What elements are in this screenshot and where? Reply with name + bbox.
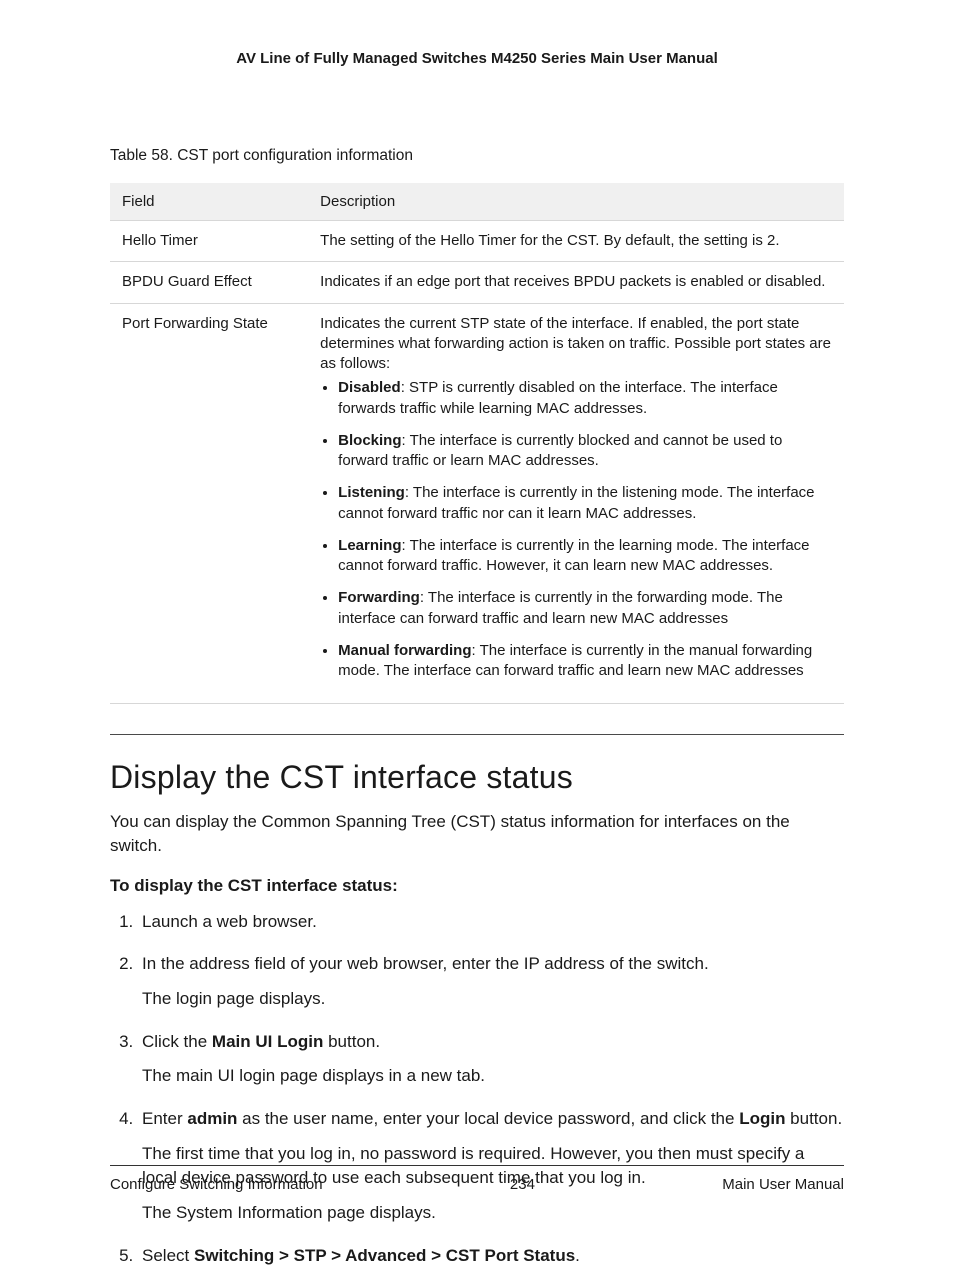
cell-field: BPDU Guard Effect xyxy=(110,262,308,303)
procedure-steps: Launch a web browser. In the address fie… xyxy=(110,910,844,1268)
state-name: Manual forwarding xyxy=(338,642,471,659)
list-item: Listening: The interface is currently in… xyxy=(338,483,832,524)
step-post: button. xyxy=(323,1032,380,1051)
state-name: Listening xyxy=(338,484,405,501)
step-pre: Select xyxy=(142,1246,194,1265)
step-bold: Login xyxy=(739,1109,785,1128)
step-mid: as the user name, enter your local devic… xyxy=(237,1109,739,1128)
footer-right: Main User Manual xyxy=(722,1176,844,1193)
step-subtext: The main UI login page displays in a new… xyxy=(142,1064,844,1089)
step-bold: admin xyxy=(187,1109,237,1128)
step-post: button. xyxy=(785,1109,842,1128)
list-item: Manual forwarding: The interface is curr… xyxy=(338,641,832,682)
step-bold: Switching > STP > Advanced > CST Port St… xyxy=(194,1246,575,1265)
table-row: BPDU Guard Effect Indicates if an edge p… xyxy=(110,262,844,303)
section-title: Display the CST interface status xyxy=(110,759,844,796)
step-text: Enter admin as the user name, enter your… xyxy=(142,1107,844,1132)
th-description: Description xyxy=(308,183,844,221)
cell-field: Hello Timer xyxy=(110,221,308,262)
step-5: Select Switching > STP > Advanced > CST … xyxy=(138,1244,844,1268)
table-row: Hello Timer The setting of the Hello Tim… xyxy=(110,221,844,262)
step-text: Select Switching > STP > Advanced > CST … xyxy=(142,1244,844,1268)
cell-field: Port Forwarding State xyxy=(110,303,308,704)
step-text: Click the Main UI Login button. xyxy=(142,1030,844,1055)
cst-config-table: Field Description Hello Timer The settin… xyxy=(110,183,844,704)
list-item: Blocking: The interface is currently blo… xyxy=(338,431,832,472)
pfs-intro: Indicates the current STP state of the i… xyxy=(320,315,831,373)
state-name: Disabled xyxy=(338,379,401,396)
state-name: Blocking xyxy=(338,432,401,449)
table-row: Port Forwarding State Indicates the curr… xyxy=(110,303,844,704)
state-name: Forwarding xyxy=(338,589,420,606)
step-pre: Enter xyxy=(142,1109,187,1128)
step-bold: Main UI Login xyxy=(212,1032,323,1051)
cell-desc: Indicates if an edge port that receives … xyxy=(308,262,844,303)
step-pre: Click the xyxy=(142,1032,212,1051)
step-subtext: The System Information page displays. xyxy=(142,1201,844,1226)
step-post: . xyxy=(575,1246,580,1265)
list-item: Learning: The interface is currently in … xyxy=(338,536,832,577)
section-divider xyxy=(110,734,844,735)
state-text: : STP is currently disabled on the inter… xyxy=(338,379,778,416)
procedure-heading: To display the CST interface status: xyxy=(110,876,844,896)
cell-desc: Indicates the current STP state of the i… xyxy=(308,303,844,704)
th-field: Field xyxy=(110,183,308,221)
step-1: Launch a web browser. xyxy=(138,910,844,935)
state-text: : The interface is currently in the lear… xyxy=(338,537,809,574)
state-name: Learning xyxy=(338,537,401,554)
list-item: Disabled: STP is currently disabled on t… xyxy=(338,378,832,419)
footer-left: Configure Switching Information xyxy=(110,1176,323,1193)
section-intro: You can display the Common Spanning Tree… xyxy=(110,810,844,858)
state-text: : The interface is currently in the list… xyxy=(338,484,814,521)
step-3: Click the Main UI Login button. The main… xyxy=(138,1030,844,1089)
table-caption: Table 58. CST port configuration informa… xyxy=(110,147,844,165)
state-text: : The interface is currently blocked and… xyxy=(338,432,782,469)
step-text: In the address field of your web browser… xyxy=(142,952,844,977)
doc-header-title: AV Line of Fully Managed Switches M4250 … xyxy=(110,50,844,67)
step-text: Launch a web browser. xyxy=(142,910,844,935)
port-state-list: Disabled: STP is currently disabled on t… xyxy=(320,378,832,681)
step-2: In the address field of your web browser… xyxy=(138,952,844,1011)
footer-page: 234 xyxy=(510,1176,535,1193)
cell-desc: The setting of the Hello Timer for the C… xyxy=(308,221,844,262)
step-subtext: The login page displays. xyxy=(142,987,844,1012)
list-item: Forwarding: The interface is currently i… xyxy=(338,588,832,629)
page-footer: Configure Switching Information 234 Main… xyxy=(110,1165,844,1193)
table-header-row: Field Description xyxy=(110,183,844,221)
